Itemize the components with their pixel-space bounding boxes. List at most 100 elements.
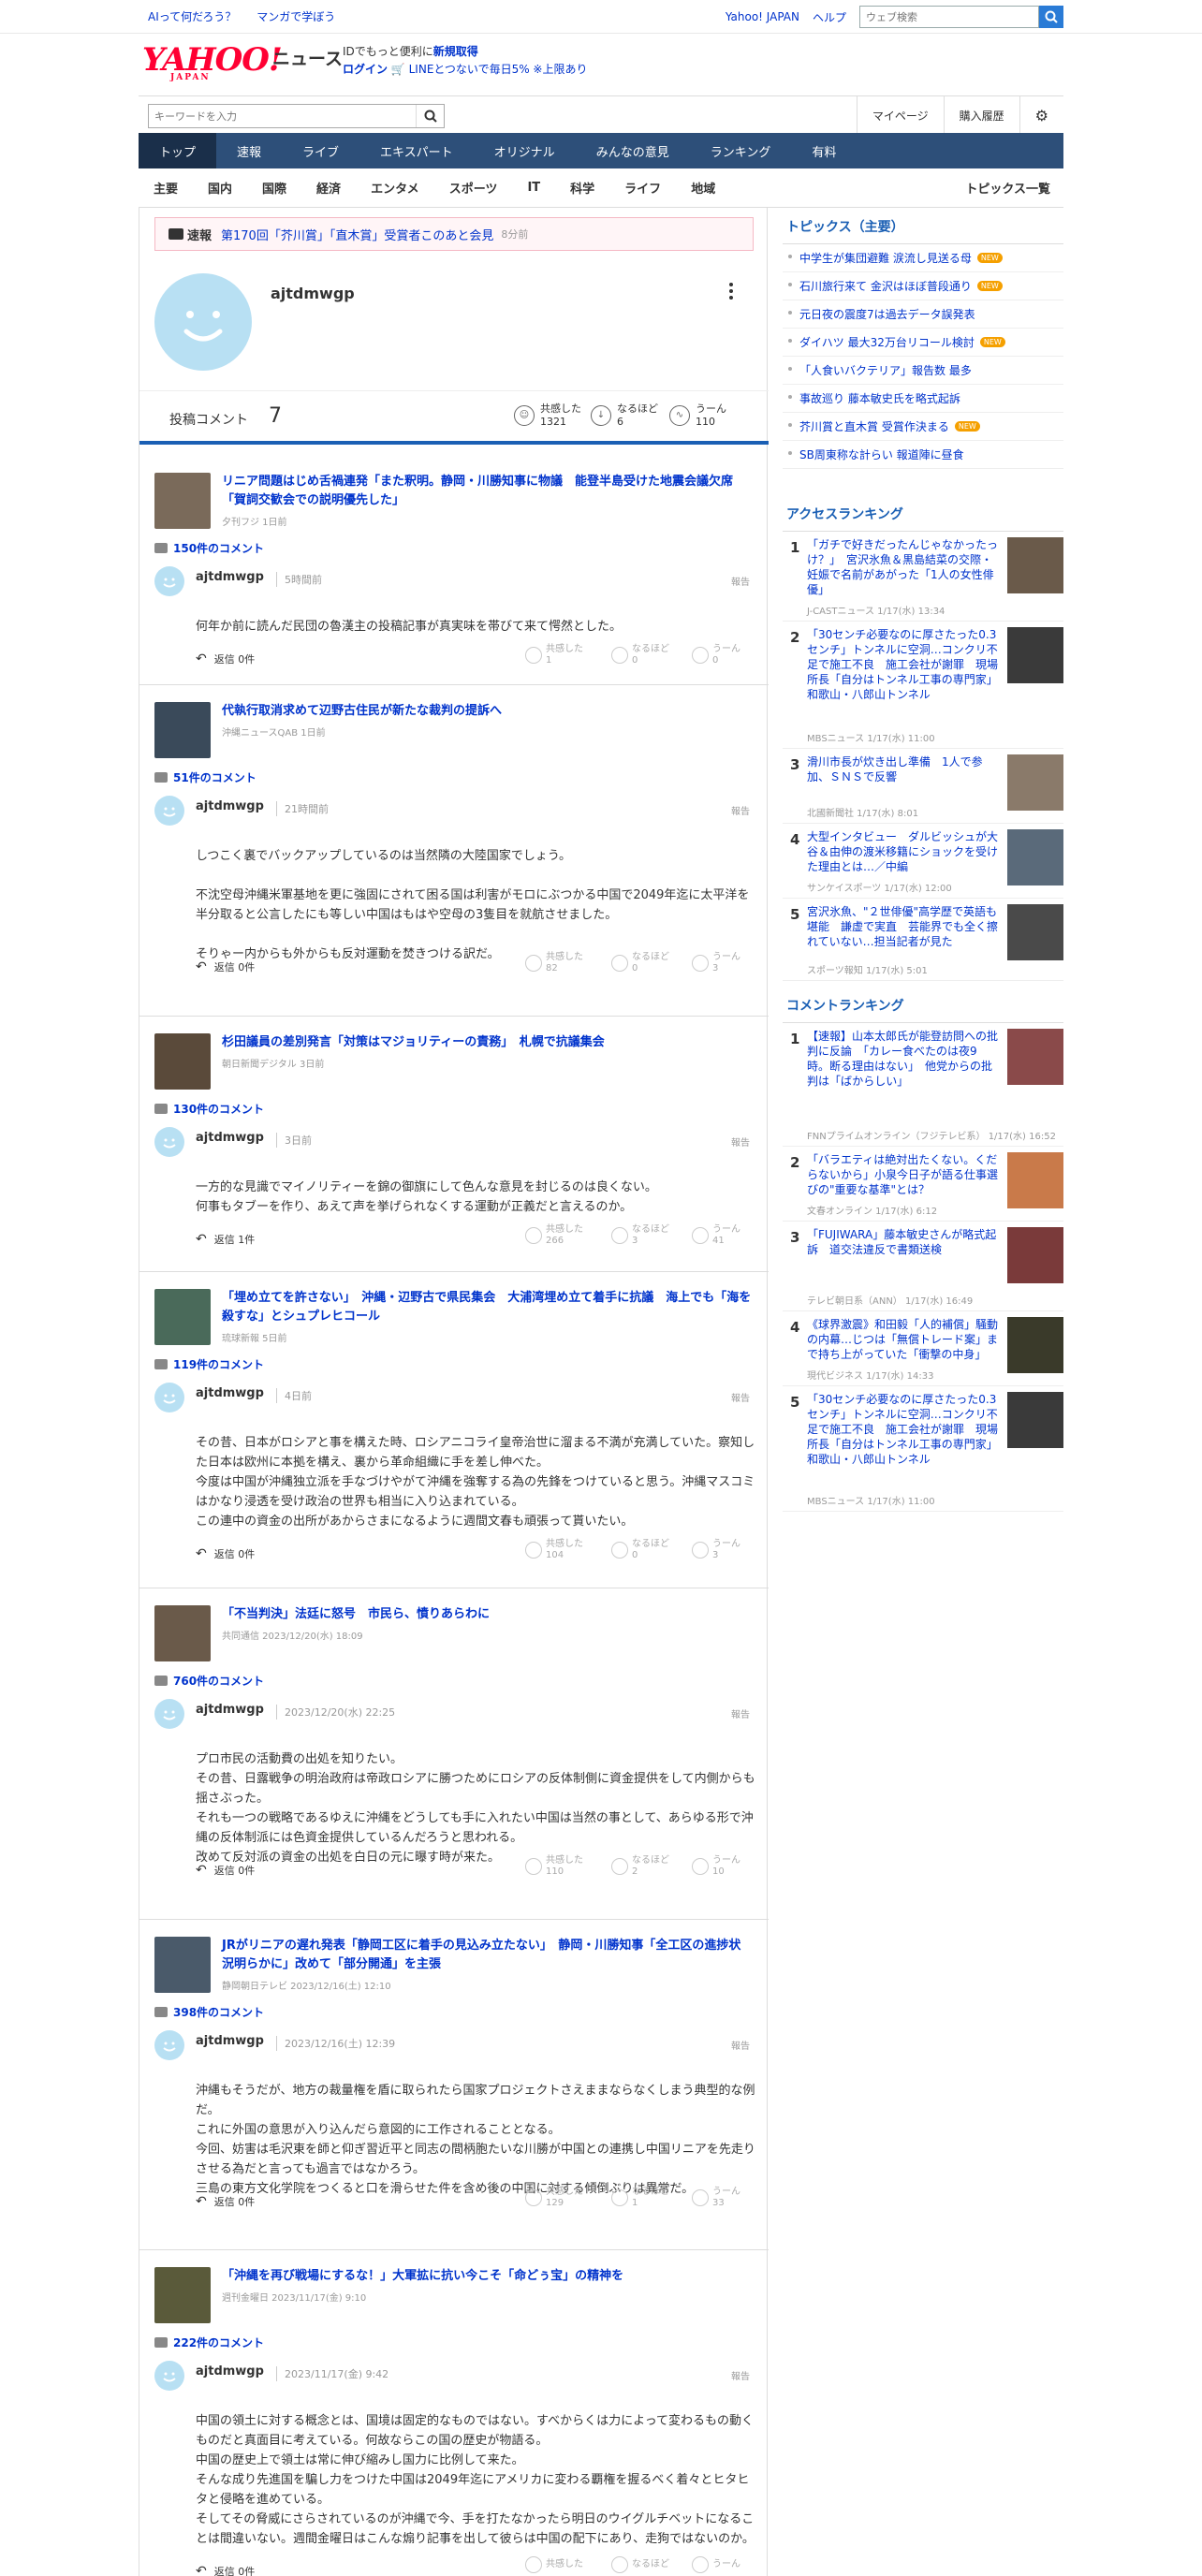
article-comment-count[interactable]: 130件のコメント (154, 1101, 264, 1117)
cat-entertainment[interactable]: エンタメ (356, 179, 434, 197)
comment-username[interactable]: ajtdmwgp (196, 570, 264, 584)
article-thumbnail[interactable] (154, 1033, 211, 1090)
topic-item[interactable]: 中学生が集団避難 涙流し見送る母 NEW (783, 244, 1063, 272)
comment-username[interactable]: ajtdmwgp (196, 2364, 264, 2378)
rank-title[interactable]: 「バラエティは絶対出たくない。くだらないから」小泉今日子が語る仕事選びの"重要な… (807, 1152, 998, 1197)
article-title[interactable]: 代執行取消求めて辺野古住民が新たな裁判の提訴へ (222, 702, 752, 721)
article-thumbnail[interactable] (154, 473, 211, 529)
rank-thumbnail[interactable] (1007, 1392, 1063, 1448)
nav-original[interactable]: オリジナル (474, 133, 576, 168)
topic-item[interactable]: 石川旅行来て 金沢はほぼ普段通り NEW (783, 272, 1063, 300)
reply-button[interactable]: ↶ 返信 0件 (196, 1863, 255, 1878)
topics-list-link[interactable]: トピックス一覧 (950, 179, 1063, 197)
ranking-item[interactable]: 3 「FUJIWARA」藤本敏史さんが略式起訴 道交法違反で書類送検 テレビ朝日系（… (783, 1222, 1063, 1311)
comment-username[interactable]: ajtdmwgp (196, 1131, 264, 1145)
naruhodo-button[interactable]: なるほど (611, 2556, 669, 2573)
article-thumbnail[interactable] (154, 1937, 211, 1993)
naruhodo-button[interactable]: なるほど 2 (611, 1855, 669, 1878)
rank-title[interactable]: 「30センチ必要なのに厚さたった0.3センチ」トンネルに空洞…コンクリ不足で施工… (807, 627, 998, 702)
ranking-item[interactable]: 4 大型インタビュー ダルビッシュが大谷＆由伸の渡米移籍にショックを受けた理由とは… (783, 824, 1063, 899)
report-link[interactable]: 報告 (731, 2038, 750, 2052)
breaking-title[interactable]: 第170回「芥川賞」「直木賞」受賞者このあと会見 (221, 226, 493, 243)
keyword-search-button[interactable] (416, 105, 444, 127)
rank-thumbnail[interactable] (1007, 1152, 1063, 1208)
nav-expert[interactable]: エキスパート (359, 133, 474, 168)
article-comment-count[interactable]: 760件のコメント (154, 1673, 264, 1689)
agree-button[interactable]: 共感した 1 (525, 644, 583, 666)
ranking-item[interactable]: 3 滑川市長が炊き出し準備 1人で参加、ＳＮＳで反響 北國新聞社 1/17(水) 8… (783, 749, 1063, 824)
report-link[interactable]: 報告 (731, 574, 750, 588)
rank-title[interactable]: 《球界激震》和田毅「人的補償」騒動の内幕…じつは「無償トレード案」まで持ち上がっ… (807, 1317, 998, 1362)
breaking-news-banner[interactable]: 速報 第170回「芥川賞」「直木賞」受賞者このあと会見 8分前 (154, 217, 754, 251)
article-comment-count[interactable]: 398件のコメント (154, 2004, 264, 2020)
report-link[interactable]: 報告 (731, 1390, 750, 1404)
yahoo-japan-link[interactable]: Yahoo! JAPAN (726, 10, 799, 23)
article-title[interactable]: 「埋め立てを許さない」 沖縄・辺野古で県民集会 大浦湾埋め立て着手に抗議 海上で… (222, 1289, 752, 1326)
comment-username[interactable]: ajtdmwgp (196, 1703, 264, 1717)
topic-item[interactable]: 元日夜の震度7は過去データ誤発表 (783, 300, 1063, 329)
article-thumbnail[interactable] (154, 1289, 211, 1345)
ai-link[interactable]: AIって何だろう？ (148, 10, 236, 23)
agree-button[interactable]: 共感した 129 (525, 2187, 583, 2209)
article-thumbnail[interactable] (154, 1605, 211, 1661)
article-comment-count[interactable]: 51件のコメント (154, 769, 257, 785)
topic-item[interactable]: SB周東称な計らい 報道陣に昼食 (783, 441, 1063, 469)
hmm-button[interactable]: うーん 0 (692, 644, 740, 666)
article-title[interactable]: 杉田議員の差別発言「対策はマジョリティーの責務」 札幌で抗議集会 (222, 1033, 752, 1052)
rank-title[interactable]: 「30センチ必要なのに厚さたった0.3センチ」トンネルに空洞…コンクリ不足で施工… (807, 1392, 998, 1467)
article-title[interactable]: 「沖縄を再び戦場にするな！」大軍拡に抗い今こそ「命どぅ宝」の精神を (222, 2267, 752, 2286)
signup-link[interactable]: 新規取得 (433, 45, 478, 58)
ranking-item[interactable]: 5 「30センチ必要なのに厚さたった0.3センチ」トンネルに空洞…コンクリ不足で施… (783, 1386, 1063, 1512)
manga-link[interactable]: マンガで学ぼう (257, 10, 335, 23)
rank-thumbnail[interactable] (1007, 904, 1063, 960)
ranking-item[interactable]: 4 《球界激震》和田毅「人的補償」騒動の内幕…じつは「無償トレード案」まで持ち上が… (783, 1311, 1063, 1386)
article-thumbnail[interactable] (154, 2267, 211, 2323)
naruhodo-button[interactable]: なるほど 3 (611, 1224, 669, 1247)
ranking-item[interactable]: 5 宮沢氷魚、"２世俳優"高学歴で英語も堪能 謙虚で実直 芸能界でも全く擦れていな… (783, 899, 1063, 981)
comment-username[interactable]: ajtdmwgp (196, 799, 264, 813)
reply-button[interactable]: ↶ 返信 0件 (196, 2194, 255, 2209)
rank-title[interactable]: 「FUJIWARA」藤本敏史さんが略式起訴 道交法違反で書類送検 (807, 1227, 998, 1257)
cat-economy[interactable]: 経済 (301, 179, 356, 197)
hmm-button[interactable]: うーん 33 (692, 2187, 740, 2209)
topic-item[interactable]: ダイハツ 最大32万台リコール検討 NEW (783, 329, 1063, 357)
reply-button[interactable]: ↶ 返信 0件 (196, 651, 255, 666)
reply-button[interactable]: ↶ 返信 0件 (196, 2564, 255, 2576)
help-link[interactable]: ヘルプ (813, 9, 846, 25)
rank-thumbnail[interactable] (1007, 829, 1063, 886)
cat-domestic[interactable]: 国内 (193, 179, 247, 197)
nav-ranking[interactable]: ランキング (690, 133, 792, 168)
article-comment-count[interactable]: 150件のコメント (154, 540, 264, 556)
article-title[interactable]: 「不当判決」法廷に怒号 市民ら、憤りあらわに (222, 1605, 752, 1624)
cat-intl[interactable]: 国際 (247, 179, 301, 197)
cat-it[interactable]: IT (512, 181, 555, 195)
rank-thumbnail[interactable] (1007, 1227, 1063, 1283)
ranking-item[interactable]: 2 「30センチ必要なのに厚さたった0.3センチ」トンネルに空洞…コンクリ不足で施… (783, 622, 1063, 749)
rank-title[interactable]: 宮沢氷魚、"２世俳優"高学歴で英語も堪能 謙虚で実直 芸能界でも全く擦れていない… (807, 904, 998, 949)
nav-paid[interactable]: 有料 (791, 133, 857, 168)
agree-button[interactable]: 共感した 82 (525, 952, 583, 974)
rank-title[interactable]: 【速報】山本太郎氏が能登訪問への批判に反論 「カレー食べたのは夜9時。断る理由は… (807, 1029, 998, 1089)
rank-thumbnail[interactable] (1007, 1029, 1063, 1085)
rank-title[interactable]: 滑川市長が炊き出し準備 1人で参加、ＳＮＳで反響 (807, 754, 998, 784)
rank-thumbnail[interactable] (1007, 1317, 1063, 1373)
web-search-button[interactable] (1039, 6, 1063, 28)
agree-button[interactable]: 共感した (525, 2556, 583, 2573)
article-comment-count[interactable]: 119件のコメント (154, 1356, 264, 1372)
purchase-history-link[interactable]: 購入履歴 (943, 96, 1019, 134)
reply-button[interactable]: ↶ 返信 0件 (196, 1546, 255, 1561)
report-link[interactable]: 報告 (731, 803, 750, 817)
cat-life[interactable]: ライフ (609, 179, 676, 197)
rank-thumbnail[interactable] (1007, 627, 1063, 683)
rank-title[interactable]: 「ガチで好きだったんじゃなかったっけ？」 宮沢氷魚＆黒島結菜の交際・妊娠で名前が… (807, 537, 998, 597)
article-title[interactable]: リニア問題はじめ舌禍連発「また釈明。静岡・川勝知事に物議 能登半島受けた地震会議… (222, 473, 752, 510)
hmm-button[interactable]: うーん 10 (692, 1855, 740, 1878)
report-link[interactable]: 報告 (731, 1706, 750, 1720)
hmm-button[interactable]: うーん 3 (692, 952, 740, 974)
more-menu-icon[interactable] (729, 283, 735, 302)
settings-button[interactable]: ⚙ (1019, 96, 1063, 134)
naruhodo-button[interactable]: なるほど 1 (611, 2187, 669, 2209)
rank-title[interactable]: 大型インタビュー ダルビッシュが大谷＆由伸の渡米移籍にショックを受けた理由とは…… (807, 829, 998, 874)
agree-button[interactable]: 共感した 104 (525, 1539, 583, 1561)
web-search-input[interactable] (859, 6, 1039, 28)
